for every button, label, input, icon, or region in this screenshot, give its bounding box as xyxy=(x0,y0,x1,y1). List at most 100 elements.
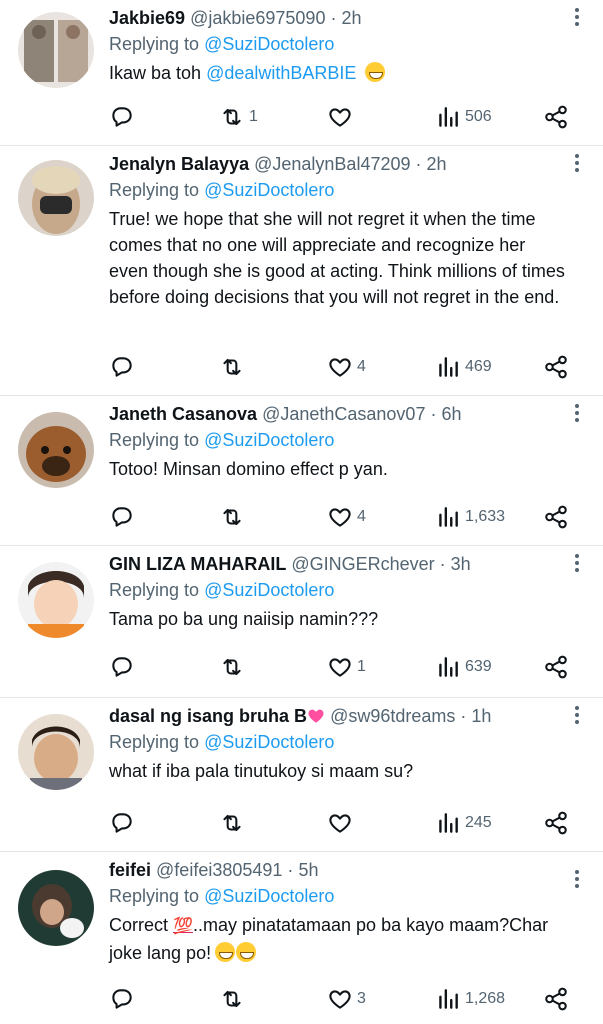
action-bar: 4 469 xyxy=(109,354,575,380)
separator-dot: · xyxy=(439,554,446,574)
share-button[interactable] xyxy=(543,504,569,530)
avatar[interactable] xyxy=(18,12,94,88)
timestamp[interactable]: 2h xyxy=(342,8,362,28)
retweet-button[interactable] xyxy=(219,504,249,530)
display-name[interactable]: Jenalyn Balayya xyxy=(109,154,249,174)
display-name[interactable]: dasal ng isang bruha B xyxy=(109,706,307,726)
share-button[interactable] xyxy=(543,104,569,130)
user-handle[interactable]: @JenalynBal47209 xyxy=(254,154,410,174)
retweet-button[interactable] xyxy=(219,354,249,380)
share-icon xyxy=(543,504,569,530)
views-button[interactable]: 469 xyxy=(435,354,492,380)
reply-to-mention[interactable]: @SuziDoctolero xyxy=(204,34,334,54)
reply-button[interactable] xyxy=(109,654,135,680)
reply-icon xyxy=(109,810,135,836)
views-button[interactable]: 1,268 xyxy=(435,986,505,1012)
more-options-icon[interactable] xyxy=(573,402,581,424)
replying-to-label: Replying to xyxy=(109,732,200,752)
reply-to-mention[interactable]: @SuziDoctolero xyxy=(204,580,334,600)
heart-icon xyxy=(327,354,353,380)
avatar[interactable] xyxy=(18,160,94,236)
timestamp[interactable]: 6h xyxy=(442,404,462,424)
share-button[interactable] xyxy=(543,986,569,1012)
sparkling-heart-icon xyxy=(308,709,324,723)
more-options-icon[interactable] xyxy=(573,552,581,574)
view-count: 1,633 xyxy=(465,508,506,525)
reply-to-mention[interactable]: @SuziDoctolero xyxy=(204,886,334,906)
avatar[interactable] xyxy=(18,412,94,488)
views-button[interactable]: 639 xyxy=(435,654,492,680)
hundred-points-emoji: 💯 xyxy=(173,918,193,935)
avatar[interactable] xyxy=(18,562,94,638)
tweet-text: Correct 💯..may pinatatamaan po ba kayo m… xyxy=(109,912,569,966)
display-name[interactable]: GIN LIZA MAHARAIL xyxy=(109,554,286,574)
user-handle[interactable]: @GINGERchever xyxy=(291,554,434,574)
user-handle[interactable]: @feifei3805491 xyxy=(156,860,282,880)
display-name[interactable]: feifei xyxy=(109,860,151,880)
like-button[interactable] xyxy=(327,104,357,130)
like-button[interactable]: 4 xyxy=(327,504,366,530)
retweet-button[interactable] xyxy=(219,986,249,1012)
share-icon xyxy=(543,104,569,130)
tweet-text-plain: Ikaw ba toh xyxy=(109,63,202,83)
more-options-icon[interactable] xyxy=(573,868,581,890)
share-button[interactable] xyxy=(543,354,569,380)
retweet-button[interactable] xyxy=(219,810,249,836)
views-button[interactable]: 1,633 xyxy=(435,504,505,530)
timestamp[interactable]: 1h xyxy=(471,706,491,726)
display-name[interactable]: Janeth Casanova xyxy=(109,404,257,424)
more-options-icon[interactable] xyxy=(573,152,581,174)
like-button[interactable] xyxy=(327,810,357,836)
views-icon xyxy=(435,654,461,680)
like-button[interactable]: 4 xyxy=(327,354,366,380)
zany-face-emoji-icon xyxy=(215,942,236,962)
user-handle[interactable]: @sw96tdreams xyxy=(330,706,455,726)
more-options-icon[interactable] xyxy=(573,704,581,726)
reply-button[interactable] xyxy=(109,504,135,530)
reply-to-mention[interactable]: @SuziDoctolero xyxy=(204,430,334,450)
heart-icon xyxy=(327,654,353,680)
separator-dot: · xyxy=(287,860,294,880)
reply-to-mention[interactable]: @SuziDoctolero xyxy=(204,180,334,200)
reply-button[interactable] xyxy=(109,986,135,1012)
reply-button[interactable] xyxy=(109,810,135,836)
user-handle[interactable]: @jakbie6975090 xyxy=(190,8,325,28)
avatar[interactable] xyxy=(18,714,94,790)
retweet-icon xyxy=(219,354,245,380)
tweet[interactable]: Jenalyn Balayya @JenalynBal47209 · 2h Re… xyxy=(0,146,603,396)
tweet[interactable]: dasal ng isang bruha B @sw96tdreams · 1h… xyxy=(0,698,603,852)
retweet-button[interactable] xyxy=(219,654,249,680)
mention-link[interactable]: @dealwithBARBIE xyxy=(206,63,356,83)
timestamp[interactable]: 3h xyxy=(451,554,471,574)
views-button[interactable]: 245 xyxy=(435,810,492,836)
user-handle[interactable]: @JanethCasanov07 xyxy=(262,404,425,424)
more-options-icon[interactable] xyxy=(573,6,581,28)
tweet[interactable]: Janeth Casanova @JanethCasanov07 · 6h Re… xyxy=(0,396,603,546)
reply-icon xyxy=(109,504,135,530)
timestamp[interactable]: 5h xyxy=(298,860,318,880)
action-bar: 3 1,268 xyxy=(109,986,575,1012)
reply-to-mention[interactable]: @SuziDoctolero xyxy=(204,732,334,752)
like-button[interactable]: 3 xyxy=(327,986,366,1012)
tweet[interactable]: Jakbie69 @jakbie6975090 · 2h Replying to… xyxy=(0,0,603,146)
heart-icon xyxy=(327,504,353,530)
views-button[interactable]: 506 xyxy=(435,104,492,130)
action-bar: 1 506 xyxy=(109,104,575,130)
view-count: 639 xyxy=(465,658,492,675)
reply-button[interactable] xyxy=(109,104,135,130)
like-button[interactable]: 1 xyxy=(327,654,366,680)
tweet[interactable]: GIN LIZA MAHARAIL @GINGERchever · 3h Rep… xyxy=(0,546,603,698)
retweet-button[interactable]: 1 xyxy=(219,104,258,130)
avatar[interactable] xyxy=(18,870,94,946)
timestamp[interactable]: 2h xyxy=(427,154,447,174)
reply-context: Replying to @SuziDoctolero xyxy=(109,426,563,454)
replying-to-label: Replying to xyxy=(109,580,200,600)
reply-context: Replying to @SuziDoctolero xyxy=(109,576,563,604)
reply-button[interactable] xyxy=(109,354,135,380)
share-button[interactable] xyxy=(543,654,569,680)
display-name[interactable]: Jakbie69 xyxy=(109,8,185,28)
tweet[interactable]: feifei @feifei3805491 · 5h Replying to @… xyxy=(0,852,603,1024)
tweet-text-part: Correct xyxy=(109,915,169,935)
rolling-laughing-emoji-icon xyxy=(236,942,257,962)
share-button[interactable] xyxy=(543,810,569,836)
